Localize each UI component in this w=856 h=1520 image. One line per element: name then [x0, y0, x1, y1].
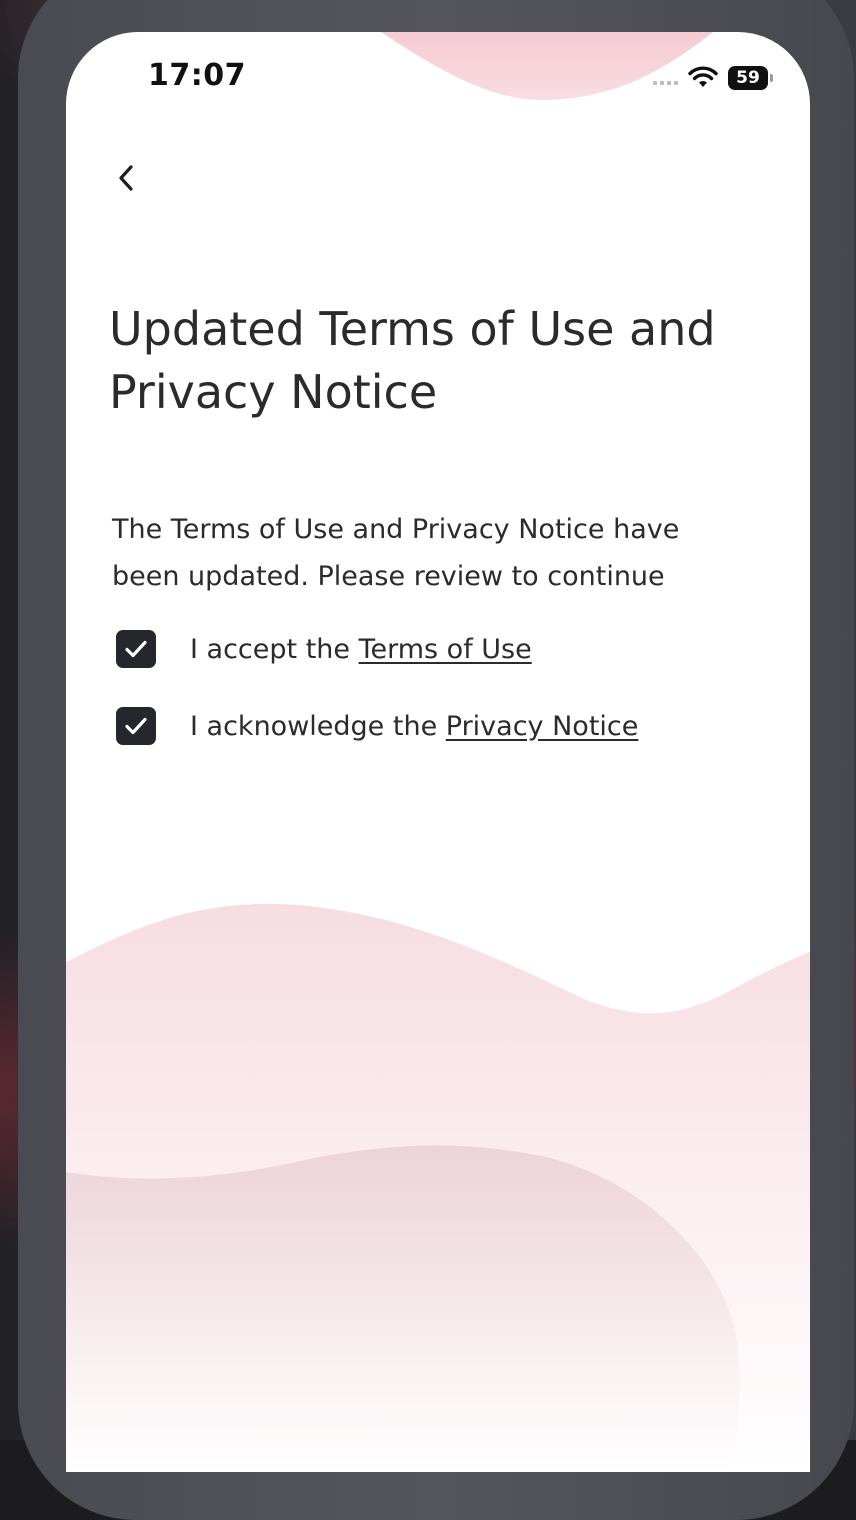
terms-consent-row: I accept the Terms of Use — [116, 630, 532, 668]
terms-of-use-link[interactable]: Terms of Use — [359, 634, 532, 665]
battery-level: 59 — [736, 68, 760, 88]
privacy-consent-row: I acknowledge the Privacy Notice — [116, 707, 638, 745]
status-time: 17:07 — [148, 58, 246, 93]
signal-icon — [653, 71, 678, 85]
phone-screen: 17:07 59 Updated Terms of Use and Privac… — [66, 32, 810, 1472]
checkmark-icon — [125, 717, 147, 735]
terms-checkbox[interactable] — [116, 630, 156, 668]
back-button[interactable] — [104, 154, 148, 202]
privacy-consent-prefix: I acknowledge the — [190, 710, 446, 742]
page-title: Updated Terms of Use and Privacy Notice — [109, 302, 716, 419]
checkmark-icon — [125, 640, 147, 658]
privacy-checkbox[interactable] — [116, 707, 156, 745]
decorative-waves — [66, 32, 810, 1472]
status-icons: 59 — [653, 64, 773, 92]
battery-icon: 59 — [728, 66, 773, 90]
privacy-consent-label: I acknowledge the Privacy Notice — [190, 711, 638, 742]
terms-consent-prefix: I accept the — [190, 633, 359, 665]
terms-consent-label: I accept the Terms of Use — [190, 634, 532, 665]
wifi-icon — [688, 66, 718, 87]
page-description: The Terms of Use and Privacy Notice have… — [112, 514, 680, 592]
privacy-notice-link[interactable]: Privacy Notice — [446, 711, 639, 742]
chevron-left-icon — [119, 165, 133, 191]
